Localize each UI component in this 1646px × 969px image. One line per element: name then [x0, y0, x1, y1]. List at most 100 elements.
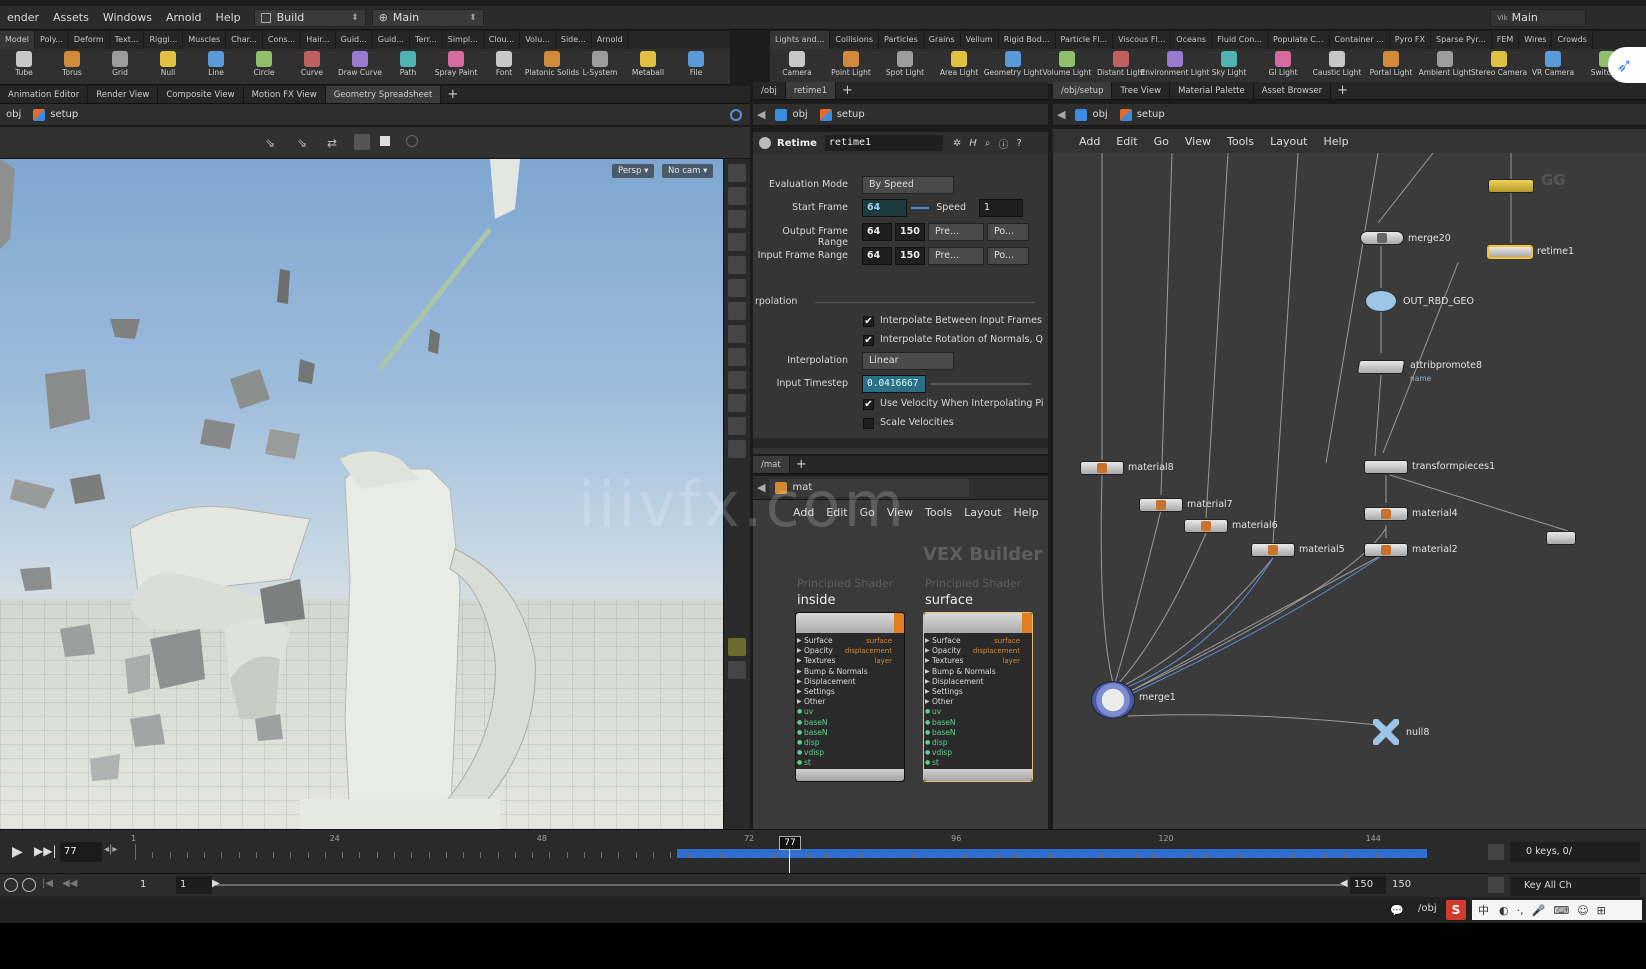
shader-output-surface[interactable]: surface	[994, 637, 1020, 645]
shelf-tool-area-light[interactable]: Area Light	[932, 49, 986, 77]
shelf-tab-shelf_left-13[interactable]: Clou...	[484, 31, 521, 49]
net-menu-add[interactable]: Add	[1071, 135, 1108, 148]
shelf-tab-shelf_right-14[interactable]: FEM	[1492, 31, 1520, 49]
shelf-tool-metaball[interactable]: Metaball	[624, 49, 672, 77]
interp-rotation-checkbox[interactable]: ✔	[863, 335, 874, 346]
shelf-tab-shelf_left-12[interactable]: Simpl...	[443, 31, 484, 49]
input-end-field[interactable]: 150	[895, 247, 925, 265]
shelf-tab-shelf_right-6[interactable]: Particle Fl...	[1056, 31, 1114, 49]
mid-path-obj[interactable]: obj	[769, 108, 813, 121]
shelf-tool-spray-paint[interactable]: Spray Paint	[432, 49, 480, 77]
shelf-tab-shelf_left-2[interactable]: Deform	[69, 31, 110, 49]
node-transformpieces1[interactable]	[1364, 460, 1408, 474]
circle-icon[interactable]	[406, 135, 418, 147]
shelf-tool-line[interactable]: Line	[192, 49, 240, 77]
search-icon[interactable]: ⌕	[985, 138, 991, 149]
shelf-tab-shelf_right-0[interactable]: Lights and...	[770, 31, 831, 49]
box-icon[interactable]	[380, 136, 390, 146]
shelf-tab-shelf_left-5[interactable]: Muscles	[183, 31, 227, 49]
range-handle-left[interactable]: ▶	[212, 878, 220, 889]
shader-input-st[interactable]: st	[924, 758, 1032, 768]
shader-input-baseN[interactable]: baseN	[924, 718, 1032, 728]
ime-toolbar[interactable]: 中 ◐ ·, 🎤 ⌨ ☺ ⊞	[1472, 900, 1642, 920]
output-post-select[interactable]: Po...	[987, 223, 1029, 241]
node-material7[interactable]	[1139, 498, 1183, 512]
light-icon[interactable]	[728, 210, 746, 228]
node-name-field[interactable]: retime1	[824, 135, 943, 151]
tab-geometry-spreadsheet[interactable]: Geometry Spreadsheet	[325, 86, 442, 103]
display-options-icon[interactable]	[728, 164, 746, 182]
net-path-setup[interactable]: setup	[1114, 108, 1171, 121]
shelf-tab-shelf_left-11[interactable]: Terr...	[410, 31, 443, 49]
menu-windows[interactable]: Windows	[96, 11, 159, 24]
node-material8[interactable]	[1080, 461, 1124, 475]
shelf-tab-shelf_left-4[interactable]: Riggi...	[144, 31, 184, 49]
shader-input-displacement[interactable]: Displacement	[796, 677, 904, 687]
shelf-tool-draw-curve[interactable]: Draw Curve	[336, 49, 384, 77]
settings-icon[interactable]: ✲	[953, 138, 961, 149]
camera-menu[interactable]: No cam ▾	[662, 164, 714, 178]
camera-view-icon[interactable]	[728, 661, 746, 679]
shelf-tab-shelf_right-2[interactable]: Particles	[879, 31, 924, 49]
globe-icon[interactable]	[730, 108, 742, 121]
shading-icon[interactable]	[728, 256, 746, 274]
net-path-obj[interactable]: obj	[1069, 108, 1113, 121]
shelf-tab-shelf_right-5[interactable]: Rigid Bod...	[999, 31, 1056, 49]
shelf-tab-shelf_right-3[interactable]: Grains	[924, 31, 961, 49]
shader-input-bump-normals[interactable]: Bump & Normals	[796, 667, 904, 677]
shelf-tool-font[interactable]: Font	[480, 49, 528, 77]
shelf-tool-null[interactable]: Null	[144, 49, 192, 77]
material-network[interactable]: Add Edit Go View Tools Layout Help VEX Builder…	[753, 500, 1048, 829]
shelf-tab-shelf_right-11[interactable]: Container ...	[1330, 31, 1390, 49]
shelf-tool-spot-light[interactable]: Spot Light	[878, 49, 932, 77]
range-start-field-2[interactable]: 1	[176, 876, 212, 894]
shader-output-layer[interactable]: layer	[1002, 657, 1020, 665]
shelf-tool-vr-camera[interactable]: VR Camera	[1526, 49, 1580, 77]
param-scrollbar[interactable]	[753, 438, 1048, 448]
lock-icon[interactable]	[728, 187, 746, 205]
wireframe-icon[interactable]	[728, 302, 746, 320]
timestep-field[interactable]: 0.0416667	[862, 375, 926, 393]
output-start-field[interactable]: 64	[862, 223, 892, 241]
shader-input-vdisp[interactable]: vdisp	[924, 748, 1032, 758]
desktop-dropdown[interactable]: Build ⬍	[253, 8, 366, 27]
shader-output-displacement[interactable]: displacement	[845, 647, 892, 655]
right-context-dropdown[interactable]: Vik Main	[1490, 8, 1586, 27]
realtime-icon[interactable]	[4, 878, 18, 892]
tab-obj-setup[interactable]: /obj/setup	[1053, 82, 1113, 99]
shader-input-settings[interactable]: Settings	[924, 687, 1032, 697]
sound-icon[interactable]	[22, 878, 36, 892]
key-all-button[interactable]: Key All Ch	[1510, 876, 1640, 896]
use-velocity-checkbox[interactable]: ✔	[863, 399, 874, 410]
shader-input-uv[interactable]: uv	[924, 707, 1032, 717]
input-start-field[interactable]: 64	[862, 247, 892, 265]
tab-material-palette[interactable]: Material Palette	[1170, 82, 1254, 99]
shelf-tab-shelf_left-8[interactable]: Hair...	[301, 31, 336, 49]
node-attribpromote8[interactable]	[1356, 360, 1406, 374]
transform-tool-icon[interactable]: ⇄	[327, 136, 337, 150]
shelf-tool-volume-light[interactable]: Volume Light	[1040, 49, 1094, 77]
node-retime1[interactable]	[1487, 245, 1533, 259]
skip-start-icon[interactable]: |◀	[42, 878, 53, 889]
mat-menu-tools[interactable]: Tools	[919, 506, 958, 519]
shader-input-other[interactable]: Other	[796, 697, 904, 707]
interpolation-select[interactable]: Linear	[862, 352, 954, 370]
info-icon[interactable]: ⓘ	[998, 136, 1008, 151]
shader-node-inside[interactable]: SurfaceOpacityTexturesBump & NormalsDisp…	[795, 612, 905, 782]
node-offscreen[interactable]	[1546, 531, 1576, 545]
current-frame-marker[interactable]: 77	[779, 836, 801, 850]
shelf-tab-shelf_right-1[interactable]: Collisions	[830, 31, 880, 49]
tab-composite-view[interactable]: Composite View	[158, 86, 244, 103]
node-material4[interactable]	[1364, 507, 1408, 521]
shelf-tab-shelf_left-9[interactable]: Guid...	[336, 31, 373, 49]
shelf-tool-stereo-camera[interactable]: Stereo Camera	[1471, 49, 1527, 77]
shelf-tab-shelf_left-14[interactable]: Volu...	[520, 31, 556, 49]
shelf-tool-circle[interactable]: Circle	[240, 49, 288, 77]
snap-icon[interactable]	[728, 417, 746, 435]
shader-input-disp[interactable]: disp	[796, 738, 904, 748]
shelf-tool-file[interactable]: File	[672, 49, 720, 77]
output-end-field[interactable]: 150	[895, 223, 925, 241]
snap-tool-icon[interactable]: ⇘	[297, 136, 307, 150]
key-icon[interactable]	[1488, 844, 1504, 860]
shelf-tab-shelf_left-16[interactable]: Arnold	[592, 31, 629, 49]
